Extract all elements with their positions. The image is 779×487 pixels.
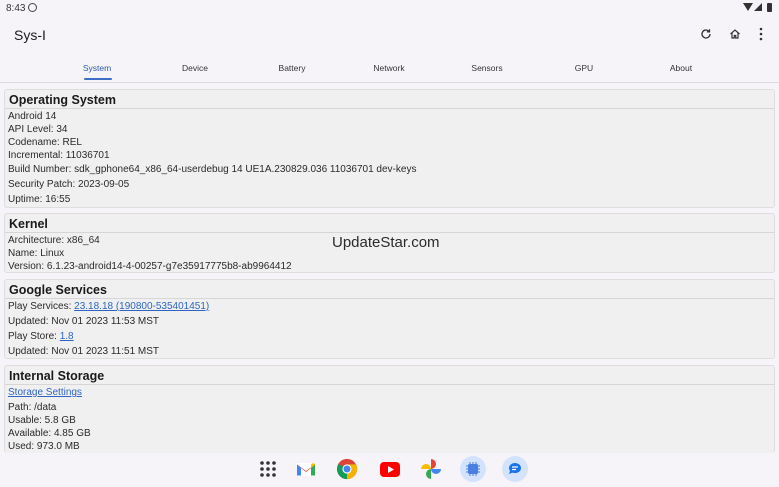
play-store-row: Play Store: 1.8 <box>8 331 74 342</box>
watermark: UpdateStar.com <box>332 234 440 251</box>
gmail-icon[interactable] <box>295 458 317 480</box>
os-version: Android 14 <box>8 111 57 122</box>
kernel-heading: Kernel <box>9 217 48 231</box>
kernel-name: Name: Linux <box>8 248 65 259</box>
play-services-updated: Updated: Nov 01 2023 11:53 MST <box>8 316 160 327</box>
signal-icon <box>754 3 762 11</box>
tab-indicator <box>84 78 112 80</box>
play-store-updated: Updated: Nov 01 2023 11:51 MST <box>8 346 160 357</box>
divider <box>5 108 774 109</box>
os-uptime: Uptime: 16:55 <box>8 194 71 205</box>
wifi-icon <box>743 3 753 11</box>
tab-network[interactable]: Network <box>349 63 429 73</box>
play-store-label: Play Store: <box>8 331 60 342</box>
messages-icon[interactable] <box>502 456 528 482</box>
storage-settings-link[interactable]: Storage Settings <box>8 387 82 398</box>
divider <box>5 232 774 233</box>
storage-card: Internal Storage Storage Settings Path: … <box>4 365 775 453</box>
tab-battery[interactable]: Battery <box>252 63 332 73</box>
os-build-number: Build Number: sdk_gphone64_x86_64-userde… <box>8 164 417 175</box>
sys-i-app-icon[interactable] <box>460 456 486 482</box>
chrome-icon[interactable] <box>336 458 358 480</box>
play-services-row: Play Services: 23.18.18 (190800-53540145… <box>8 301 209 312</box>
os-security-patch: Security Patch: 2023-09-05 <box>8 179 130 190</box>
os-heading: Operating System <box>9 93 116 107</box>
more-options-icon[interactable] <box>752 25 770 43</box>
tab-system[interactable]: System <box>57 63 137 73</box>
google-heading: Google Services <box>9 283 107 297</box>
tab-sensors[interactable]: Sensors <box>447 63 527 73</box>
storage-used: Used: 973.0 MB <box>8 441 80 452</box>
play-services-label: Play Services: <box>8 301 75 312</box>
refresh-icon[interactable] <box>697 25 715 43</box>
tab-about[interactable]: About <box>641 63 721 73</box>
battery-icon <box>767 3 772 12</box>
os-api-level: API Level: 34 <box>8 124 68 135</box>
os-codename: Codename: REL <box>8 137 82 148</box>
play-store-link[interactable]: 1.8 <box>60 331 74 342</box>
storage-path: Path: /data <box>8 402 57 413</box>
divider <box>5 384 774 385</box>
app-bar: Sys-I <box>0 16 779 54</box>
status-bar: 8:43 <box>0 0 779 16</box>
notification-icon <box>28 3 37 12</box>
storage-available: Available: 4.85 GB <box>8 428 91 439</box>
os-card: Operating System Android 14 API Level: 3… <box>4 89 775 208</box>
divider <box>5 298 774 299</box>
storage-usable: Usable: 5.8 GB <box>8 415 76 426</box>
kernel-version: Version: 6.1.23-android14-4-00257-g7e359… <box>8 261 292 272</box>
storage-heading: Internal Storage <box>9 369 105 383</box>
tab-gpu[interactable]: GPU <box>544 63 624 73</box>
tab-device[interactable]: Device <box>155 63 235 73</box>
youtube-icon[interactable] <box>379 458 401 480</box>
os-incremental: Incremental: 11036701 <box>8 150 110 161</box>
taskbar <box>0 452 779 487</box>
home-icon[interactable] <box>726 25 744 43</box>
tab-bar: System Device Battery Network Sensors GP… <box>0 58 779 83</box>
google-services-card: Google Services Play Services: 23.18.18 … <box>4 279 775 359</box>
app-title: Sys-I <box>14 27 46 43</box>
play-services-link[interactable]: 23.18.18 (190800-535401451) <box>74 301 209 312</box>
status-time: 8:43 <box>6 3 26 14</box>
apps-grid-icon[interactable] <box>257 458 279 480</box>
kernel-architecture: Architecture: x86_64 <box>8 235 100 246</box>
photos-icon[interactable] <box>420 458 442 480</box>
